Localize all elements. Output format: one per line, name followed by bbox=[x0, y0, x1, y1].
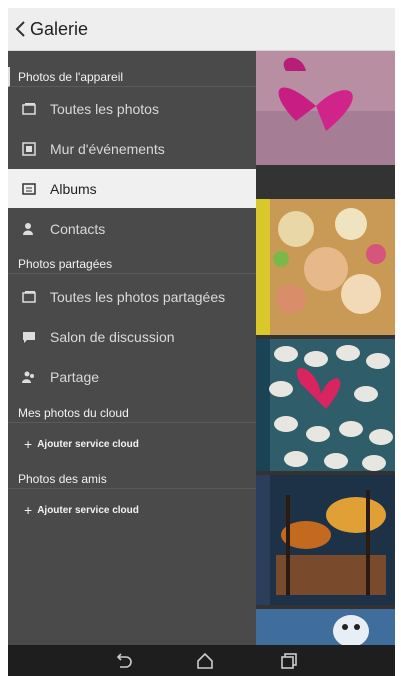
section-header-cloud-photos: Mes photos du cloud bbox=[8, 403, 256, 423]
recent-apps-icon[interactable] bbox=[279, 651, 299, 671]
drawer-item-albums[interactable]: Albums bbox=[8, 169, 256, 208]
plus-icon: + bbox=[24, 436, 33, 452]
system-navigation-bar bbox=[8, 645, 395, 676]
home-icon[interactable] bbox=[195, 651, 215, 671]
section-header-shared-photos: Photos partagées bbox=[8, 254, 256, 274]
add-cloud-service-button[interactable]: + Ajouter service cloud bbox=[8, 431, 256, 457]
drawer-item-all-photos[interactable]: Toutes les photos bbox=[8, 89, 256, 128]
drawer-item-label: Contacts bbox=[50, 220, 106, 237]
section-header-device-photos: Photos de l'appareil bbox=[8, 67, 256, 87]
drawer-item-label: Salon de discussion bbox=[50, 328, 175, 345]
share-people-icon bbox=[22, 370, 36, 384]
drawer-item-event-wall[interactable]: Mur d'événements bbox=[8, 129, 256, 168]
section-header-friends-photos: Photos des amis bbox=[8, 469, 256, 489]
add-cloud-label: Ajouter service cloud bbox=[37, 504, 139, 516]
drawer-item-label: Mur d'événements bbox=[50, 140, 165, 157]
device-screen: Galerie Photos de l'appareil Toutes les … bbox=[8, 8, 395, 676]
album-thumbnail[interactable] bbox=[256, 609, 395, 645]
navigation-drawer: Photos de l'appareil Toutes les photos M… bbox=[8, 51, 256, 645]
app-bar: Galerie bbox=[8, 8, 395, 51]
chat-icon bbox=[22, 330, 36, 344]
album-thumbnail[interactable] bbox=[256, 339, 395, 471]
album-thumbnail[interactable] bbox=[256, 475, 395, 605]
back-arrow-icon[interactable] bbox=[14, 19, 28, 39]
add-cloud-service-button[interactable]: + Ajouter service cloud bbox=[8, 497, 256, 523]
shared-photos-icon bbox=[22, 290, 36, 304]
album-thumbnail[interactable] bbox=[256, 199, 395, 335]
back-icon[interactable] bbox=[113, 651, 133, 671]
album-icon bbox=[22, 182, 36, 196]
drawer-item-chat-room[interactable]: Salon de discussion bbox=[8, 317, 256, 356]
drawer-item-all-shared-photos[interactable]: Toutes les photos partagées bbox=[8, 277, 256, 316]
contacts-icon bbox=[22, 222, 36, 236]
drawer-item-label: Partage bbox=[50, 368, 100, 385]
event-wall-icon bbox=[22, 141, 36, 156]
drawer-item-contacts[interactable]: Contacts bbox=[8, 209, 256, 248]
plus-icon: + bbox=[24, 502, 33, 518]
drawer-item-label: Toutes les photos bbox=[50, 100, 159, 117]
album-grid bbox=[256, 51, 395, 645]
drawer-item-label: Albums bbox=[50, 180, 97, 197]
drawer-item-label: Toutes les photos partagées bbox=[50, 288, 226, 305]
drawer-item-sharing[interactable]: Partage bbox=[8, 357, 256, 396]
add-cloud-label: Ajouter service cloud bbox=[37, 438, 139, 450]
page-title: Galerie bbox=[30, 18, 89, 39]
photos-icon bbox=[22, 102, 36, 116]
album-thumbnail[interactable] bbox=[256, 51, 395, 165]
